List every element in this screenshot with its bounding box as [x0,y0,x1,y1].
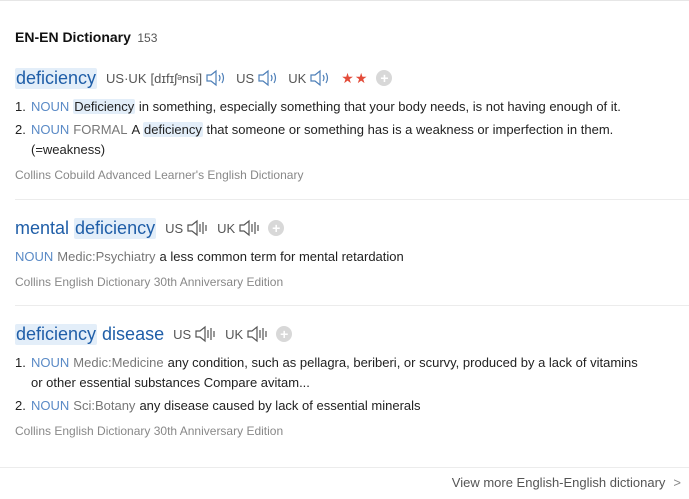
def-number: 1. [15,99,26,114]
entry-divider [15,199,689,200]
entry-head: mental deficiency US UK + [15,215,689,241]
pron-us: US [173,325,216,343]
pron-uk-label: UK [225,326,244,342]
pron-uk-label: UK [288,70,307,86]
entry-mental-deficiency: mental deficiency US UK + NOUN Medic:Psych… [15,215,689,289]
def-text: that someone or something has is a weakn… [202,122,614,137]
entry-deficiency: deficiency US·UK [dɪfɪʃᵊnsi] US UK ★★ + … [15,65,689,182]
definition-item: 2. NOUN Sci:Botany any disease caused by l… [15,396,689,416]
highlight-term: deficiency [143,122,203,137]
definitions: 1. NOUN Medic:Medicine any condition, such… [15,353,689,416]
speaker-icon[interactable] [246,325,268,343]
highlight-term: Deficiency [73,99,136,114]
frequency-stars: ★★ [341,69,369,86]
entry-head: deficiency disease US UK + [15,321,689,347]
usage-label: Medic:Psychiatry [57,249,156,264]
pron-uk: UK [217,219,260,237]
pron-uk: UK [225,325,268,343]
section-title: EN-EN Dictionary [15,29,131,45]
add-icon[interactable]: + [276,326,293,342]
add-icon[interactable]: + [376,70,393,86]
headword[interactable]: mental [15,218,69,239]
view-more-link[interactable]: View more English-English dictionary > [452,475,681,490]
def-text: a less common term for mental retardatio… [159,249,404,264]
result-count: 153 [137,31,158,45]
part-of-speech: NOUN [15,249,54,264]
def-number: 2. [15,122,26,137]
speaker-icon[interactable] [238,219,260,237]
add-icon[interactable]: + [268,220,285,236]
pron-label: US·UK [106,70,147,86]
pron-us-label: US [173,326,192,342]
definition-item: NOUN Medic:Psychiatry a less common term f… [15,247,675,267]
pron-us: US [165,219,208,237]
top-divider [0,0,689,1]
usage-label: Sci:Botany [73,398,136,413]
speaker-icon[interactable] [309,69,331,87]
phonetic: [dɪfɪʃᵊnsi] [150,70,203,86]
def-number: 1. [15,355,26,370]
entry-divider [15,305,689,306]
entry-deficiency-disease: deficiency disease US UK + 1. NOUN Medic:M… [15,321,689,438]
definition-item: 1. NOUN Medic:Medicine any condition, such… [15,353,689,393]
pronunciation: US·UK [dɪfɪʃᵊnsi] [106,69,227,87]
entry-head: deficiency US·UK [dɪfɪʃᵊnsi] US UK ★★ + [15,65,689,91]
pron-us: US [236,69,279,87]
speaker-icon[interactable] [186,219,208,237]
def-text: in something, especially something that … [135,99,621,114]
definitions: NOUN Medic:Psychiatry a less common term f… [15,247,689,267]
pron-uk-label: UK [217,220,236,236]
def-continuation: (=weakness) [31,142,106,157]
headword[interactable]: disease [102,324,164,345]
part-of-speech: NOUN [31,398,70,413]
dictionary-source: Collins English Dictionary 30th Annivers… [15,424,284,438]
usage-label: FORMAL [73,122,128,137]
dictionary-source: Collins English Dictionary 30th Annivers… [15,275,284,289]
footer-divider [0,467,689,468]
dictionary-source: Collins Cobuild Advanced Learner's Engli… [15,168,304,182]
part-of-speech: NOUN [31,355,70,370]
headword-highlight[interactable]: deficiency [74,217,157,239]
definition-item: 2. NOUN FORMAL A deficiency that someone o… [15,120,689,160]
definition-item: 1. NOUN Deficiency in something, especial… [15,97,689,117]
part-of-speech: NOUN [31,122,70,137]
speaker-icon[interactable] [205,69,227,87]
pron-uk: UK [288,69,331,87]
usage-label: Medic:Medicine [73,355,164,370]
def-continuation: or other essential substances Compare av… [31,375,310,390]
speaker-icon[interactable] [194,325,216,343]
def-pre: A [131,122,144,137]
def-text: any condition, such as pellagra, beriber… [167,355,638,370]
view-more-label: View more English-English dictionary [451,475,666,490]
speaker-icon[interactable] [257,69,279,87]
part-of-speech: NOUN [31,99,70,114]
definitions: 1. NOUN Deficiency in something, especial… [15,97,689,160]
chevron-right-icon: > [673,475,681,490]
headword[interactable]: deficiency [15,67,98,89]
def-text: any disease caused by lack of essential … [139,398,421,413]
section-header: EN-EN Dictionary 153 [15,29,157,47]
headword-highlight[interactable]: deficiency [15,323,98,345]
pron-us-label: US [236,70,255,86]
def-number: 2. [15,398,26,413]
pron-us-label: US [165,220,184,236]
